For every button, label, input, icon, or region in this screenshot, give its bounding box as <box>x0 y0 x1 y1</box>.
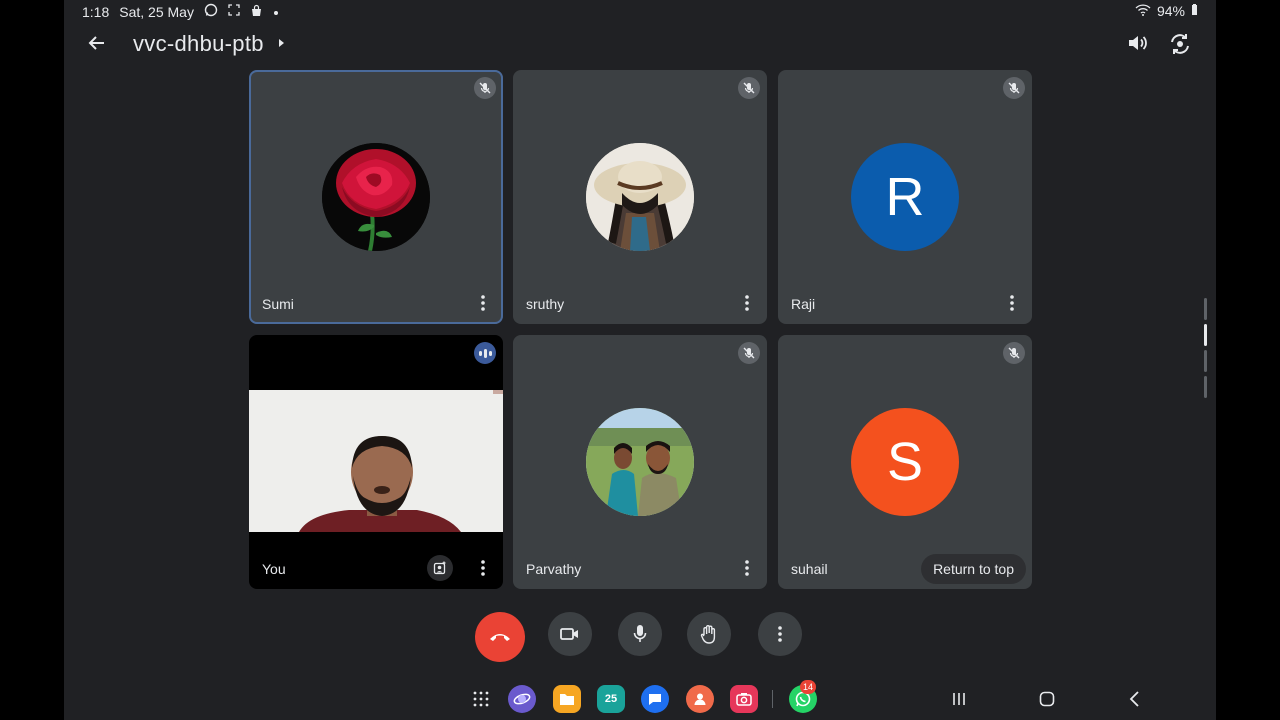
app-drawer-icon[interactable] <box>467 685 495 713</box>
screenshot-icon <box>228 4 240 19</box>
participant-name: You <box>262 561 286 577</box>
end-call-button[interactable] <box>475 612 525 662</box>
hand-icon <box>700 625 716 644</box>
more-vert-icon[interactable] <box>472 557 494 579</box>
status-right: 94% <box>1135 3 1198 19</box>
raise-hand-button[interactable] <box>687 612 731 656</box>
home-button[interactable] <box>1038 690 1056 708</box>
visual-effects-icon[interactable] <box>427 555 453 581</box>
messages-icon[interactable] <box>641 685 669 713</box>
participant-tile-you[interactable]: You <box>249 335 503 589</box>
battery-level: 94% <box>1156 3 1185 19</box>
avatar-rose-photo <box>322 143 430 251</box>
meeting-header: vvc-dhbu-ptb <box>0 22 1280 66</box>
participant-tile-raji[interactable]: R Raji <box>778 70 1032 324</box>
camera-app-icon[interactable] <box>730 685 758 713</box>
mic-off-icon <box>474 77 496 99</box>
wifi-icon <box>1135 3 1151 19</box>
participant-name: Raji <box>791 296 816 312</box>
calendar-icon[interactable]: 25 <box>597 685 625 713</box>
status-left: 1:18 Sat, 25 May <box>82 3 279 20</box>
more-notifications-dot-icon <box>273 5 279 19</box>
back-button[interactable] <box>1126 690 1144 708</box>
call-controls <box>0 612 1280 662</box>
date: Sat, 25 May <box>119 3 194 20</box>
participant-name: Sumi <box>262 296 294 312</box>
caret-right-icon[interactable] <box>277 34 287 52</box>
status-bar: 1:18 Sat, 25 May 94% <box>0 0 1280 22</box>
avatar-hat-photo <box>586 143 694 251</box>
battery-icon <box>1191 3 1198 19</box>
avatar-couple-photo <box>586 408 694 516</box>
recents-button[interactable] <box>950 690 968 708</box>
more-vert-icon[interactable] <box>736 557 758 579</box>
camera-toggle-button[interactable] <box>548 612 592 656</box>
self-camera-video <box>249 390 503 532</box>
home-icon <box>1039 691 1055 707</box>
more-vert-icon[interactable] <box>1001 292 1023 314</box>
avatar-letter-s: S <box>851 408 959 516</box>
participant-tile-sumi[interactable]: Sumi <box>249 70 503 324</box>
speaker-volume-icon[interactable] <box>1125 31 1149 55</box>
mic-off-icon <box>738 77 760 99</box>
more-vert-icon[interactable] <box>472 292 494 314</box>
whatsapp-notification-icon <box>204 3 218 20</box>
videocam-icon <box>560 628 578 640</box>
system-taskbar: 25 <box>0 676 1280 720</box>
page-scroll-indicator[interactable] <box>1204 298 1207 400</box>
participant-name: suhail <box>791 561 828 577</box>
more-vert-icon <box>778 626 782 642</box>
speaking-indicator-icon <box>474 342 496 364</box>
mic-off-icon <box>1003 77 1025 99</box>
taskbar-divider <box>772 690 773 708</box>
mic-off-icon <box>1003 342 1025 364</box>
samsung-internet-icon[interactable] <box>508 685 536 713</box>
nav-back-icon <box>1129 691 1139 707</box>
contacts-icon[interactable] <box>686 685 714 713</box>
avatar-initial: S <box>886 432 924 492</box>
my-files-icon[interactable] <box>553 685 581 713</box>
avatar-initial: R <box>885 167 925 227</box>
meeting-code-title[interactable]: vvc-dhbu-ptb <box>133 31 264 57</box>
back-arrow-icon[interactable] <box>84 30 110 56</box>
participant-tile-sruthy[interactable]: sruthy <box>513 70 767 324</box>
participant-name: Parvathy <box>526 561 582 577</box>
mic-icon <box>633 625 647 642</box>
return-to-top-button[interactable]: Return to top <box>921 554 1026 584</box>
more-vert-icon[interactable] <box>736 292 758 314</box>
mic-off-icon <box>738 342 760 364</box>
switch-camera-icon[interactable] <box>1167 31 1193 57</box>
recent-apps-icon <box>953 693 965 705</box>
calendar-day: 25 <box>604 693 618 705</box>
whatsapp-notification-badge: 14 <box>800 680 816 694</box>
phone-hangup-icon <box>490 634 510 641</box>
participant-tile-parvathy[interactable]: Parvathy <box>513 335 767 589</box>
shopping-bag-icon <box>250 4 263 20</box>
avatar-letter-r: R <box>851 143 959 251</box>
participant-tile-suhail[interactable]: S suhail Return to top <box>778 335 1032 589</box>
more-options-button[interactable] <box>758 612 802 656</box>
clock: 1:18 <box>82 3 110 20</box>
participant-name: sruthy <box>526 296 565 312</box>
microphone-toggle-button[interactable] <box>618 612 662 656</box>
